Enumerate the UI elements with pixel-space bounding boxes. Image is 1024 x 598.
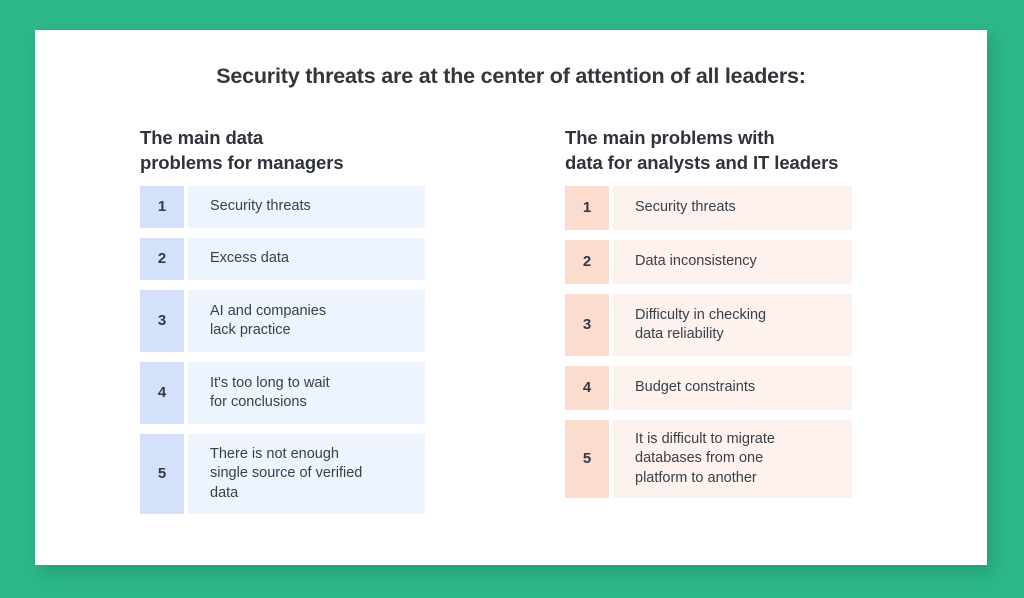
column-analysts: The main problems with data for analysts…: [565, 126, 852, 508]
list-item: 3 Difficulty in checking data reliabilit…: [565, 293, 852, 356]
item-number: 2: [565, 239, 609, 284]
columns-container: The main data problems for managers 1 Se…: [35, 126, 987, 556]
item-number: 3: [140, 289, 184, 352]
list-item: 3 AI and companies lack practice: [140, 289, 425, 352]
list-item: 1 Security threats: [140, 185, 425, 228]
list-item: 5 There is not enough single source of v…: [140, 433, 425, 514]
item-label: AI and companies lack practice: [188, 289, 425, 352]
item-number: 4: [140, 361, 184, 424]
item-label: It's too long to wait for conclusions: [188, 361, 425, 424]
item-label: Security threats: [188, 185, 425, 228]
item-number: 5: [140, 433, 184, 514]
item-number: 5: [565, 419, 609, 498]
item-label: Security threats: [613, 185, 852, 230]
list-item: 1 Security threats: [565, 185, 852, 230]
column-managers: The main data problems for managers 1 Se…: [140, 126, 425, 524]
list-analysts: 1 Security threats 2 Data inconsistency …: [565, 185, 852, 498]
item-label: There is not enough single source of ver…: [188, 433, 425, 514]
list-item: 2 Data inconsistency: [565, 239, 852, 284]
page-title: Security threats are at the center of at…: [216, 64, 806, 88]
content-card: Security threats are at the center of at…: [35, 30, 987, 565]
list-item: 4 It's too long to wait for conclusions: [140, 361, 425, 424]
item-number: 2: [140, 237, 184, 280]
item-number: 1: [565, 185, 609, 230]
item-label: Excess data: [188, 237, 425, 280]
infographic-stage: Security threats are at the center of at…: [0, 0, 1024, 598]
item-label: It is difficult to migrate databases fro…: [613, 419, 852, 498]
list-item: 2 Excess data: [140, 237, 425, 280]
list-item: 4 Budget constraints: [565, 365, 852, 410]
list-item: 5 It is difficult to migrate databases f…: [565, 419, 852, 498]
column-heading-managers: The main data problems for managers: [140, 127, 344, 173]
item-label: Difficulty in checking data reliability: [613, 293, 852, 356]
list-managers: 1 Security threats 2 Excess data 3 AI an…: [140, 185, 425, 514]
item-label: Budget constraints: [613, 365, 852, 410]
item-number: 1: [140, 185, 184, 228]
column-heading-analysts: The main problems with data for analysts…: [565, 127, 839, 173]
item-label: Data inconsistency: [613, 239, 852, 284]
item-number: 3: [565, 293, 609, 356]
item-number: 4: [565, 365, 609, 410]
